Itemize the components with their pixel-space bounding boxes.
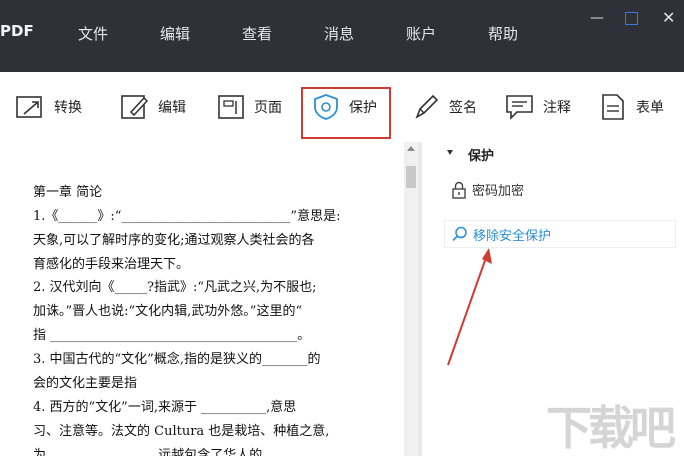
menu-edit[interactable]: 编辑 bbox=[160, 23, 190, 44]
menu-account[interactable]: 账户 bbox=[406, 23, 436, 44]
convert-button[interactable]: 转换 bbox=[14, 90, 82, 124]
doc-line: 加诛。”晋人也说:“文化内辑,武功外悠。”这里的“ bbox=[33, 304, 303, 319]
edit-label: 编辑 bbox=[158, 100, 186, 116]
convert-label: 转换 bbox=[54, 100, 82, 116]
doc-line: 1.《______》:“__________________________”意… bbox=[33, 209, 341, 224]
pen-sign-icon bbox=[409, 91, 443, 123]
doc-line: 育感化的手段来治理天下。 bbox=[33, 257, 190, 272]
panel-title[interactable]: 保护 bbox=[468, 145, 494, 164]
menu-help[interactable]: 帮助 bbox=[488, 23, 518, 44]
edit-button[interactable]: 编辑 bbox=[118, 90, 186, 124]
pencil-edit-icon bbox=[118, 91, 152, 123]
doc-line: 4. 西方的“文化”一词,来源于 __________,意思 bbox=[33, 400, 297, 415]
convert-icon bbox=[14, 91, 48, 123]
menu-file[interactable]: 文件 bbox=[78, 23, 108, 44]
watermark-logo: 下载吧 bbox=[546, 401, 676, 455]
doc-line: 习、注意等。法文的 Cultura 也是栽培、种植之意, bbox=[33, 424, 330, 439]
document-scrollbar[interactable] bbox=[404, 142, 418, 456]
scroll-thumb[interactable] bbox=[406, 166, 416, 188]
app-name: PDF bbox=[0, 22, 34, 40]
password-encrypt-item[interactable]: 密码加密 bbox=[450, 180, 524, 199]
comment-button[interactable]: 注释 bbox=[503, 90, 571, 124]
page-button[interactable]: 页面 bbox=[214, 90, 282, 124]
sign-label: 签名 bbox=[449, 100, 477, 116]
doc-line: 会的文化主要是指 bbox=[33, 376, 138, 391]
doc-line: 指 ______________________________________… bbox=[33, 328, 311, 343]
sign-button[interactable]: 签名 bbox=[409, 90, 477, 124]
menu-view[interactable]: 查看 bbox=[242, 23, 272, 44]
document-view[interactable]: 第一章 简论 1.《______》:“_____________________… bbox=[0, 142, 404, 456]
doc-line: 为 ________________ 远越包含了华人的 bbox=[33, 448, 263, 456]
password-encrypt-label: 密码加密 bbox=[472, 184, 525, 199]
maximize-icon[interactable] bbox=[625, 12, 638, 25]
doc-line: 第一章 简论 bbox=[33, 185, 103, 200]
form-icon bbox=[596, 91, 630, 123]
comment-icon bbox=[503, 91, 537, 123]
lock-icon bbox=[450, 181, 468, 199]
form-button[interactable]: 表单 bbox=[596, 90, 664, 124]
form-label: 表单 bbox=[636, 100, 664, 116]
doc-line: 3. 中国古代的“文化”概念,指的是狭义的_______的 bbox=[33, 352, 321, 367]
protect-highlight-frame bbox=[301, 87, 391, 139]
annotation-arrow bbox=[447, 248, 492, 366]
close-icon[interactable]: ✕ bbox=[662, 10, 675, 26]
scroll-up-icon[interactable] bbox=[407, 146, 415, 151]
minimize-icon[interactable]: — bbox=[590, 10, 604, 26]
title-bar: PDF 文件 编辑 查看 消息 账户 帮助 — ✕ bbox=[0, 0, 684, 72]
menu-messages[interactable]: 消息 bbox=[324, 23, 354, 44]
page-icon bbox=[214, 91, 248, 123]
doc-line: 2. 汉代刘向《_____?指武》:“凡武之兴,为不服也; bbox=[33, 280, 317, 295]
comment-label: 注释 bbox=[543, 100, 571, 116]
doc-line: 天象,可以了解时序的变化;通过观察人类社会的各 bbox=[33, 233, 315, 248]
collapse-caret-icon[interactable] bbox=[447, 150, 453, 155]
page-label: 页面 bbox=[254, 100, 282, 116]
